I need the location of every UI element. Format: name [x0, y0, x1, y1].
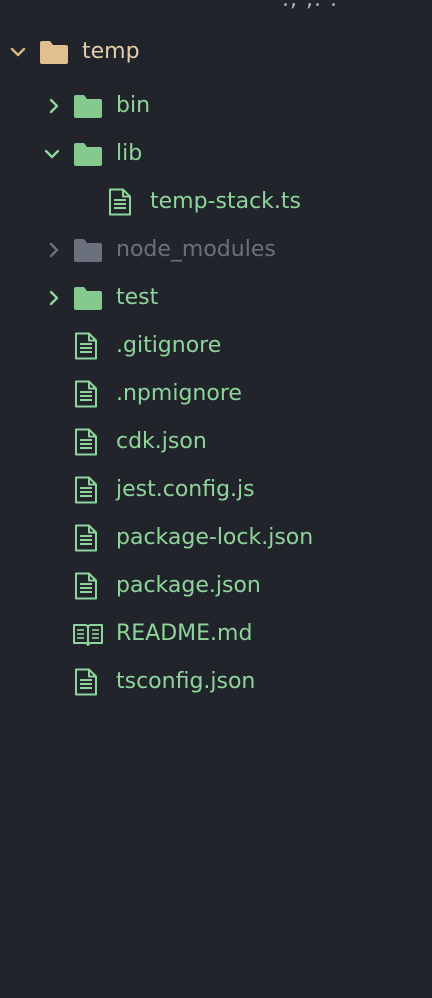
- folder-icon: [74, 239, 102, 262]
- tree-item-label: temp-stack.ts: [150, 189, 301, 214]
- file-icon: [75, 332, 97, 360]
- file-icon: [109, 188, 131, 216]
- book-icon: [73, 624, 103, 646]
- file-icon: [75, 380, 97, 408]
- chevron-right-icon[interactable]: [44, 240, 64, 260]
- tree-item-label: package-lock.json: [116, 525, 314, 550]
- tree-item-label: tsconfig.json: [116, 669, 256, 694]
- tree-item-label: jest.config.js: [116, 477, 255, 502]
- tree-item-bin[interactable]: bin: [0, 84, 432, 128]
- file-icon: [75, 476, 97, 504]
- tree-item-temp-stack-ts[interactable]: temp-stack.ts: [0, 180, 432, 224]
- tree-item-lib[interactable]: lib: [0, 132, 432, 176]
- tree-item-label: temp: [82, 39, 140, 64]
- tree-item-label: test: [116, 285, 159, 310]
- folder-icon: [74, 287, 102, 310]
- tree-item-test[interactable]: test: [0, 276, 432, 320]
- file-icon: [75, 524, 97, 552]
- chevron-down-icon[interactable]: [8, 42, 28, 62]
- tree-item-jest-config-js[interactable]: jest.config.js: [0, 468, 432, 512]
- file-icon: [75, 668, 97, 696]
- tree-item-package-lock-json[interactable]: package-lock.json: [0, 516, 432, 560]
- tree-item-label: cdk.json: [116, 429, 207, 454]
- tree-item-node-modules[interactable]: node_modules: [0, 228, 432, 272]
- tree-item-package-json[interactable]: package.json: [0, 564, 432, 608]
- tree-item-label: node_modules: [116, 237, 276, 262]
- tree-item-label: README.md: [116, 621, 253, 646]
- folder-icon: [40, 41, 68, 64]
- file-explorer-tree: ., ,. . temp bin lib: [0, 0, 432, 998]
- tree-item-label: bin: [116, 93, 151, 118]
- tree-item-cdk-json[interactable]: cdk.json: [0, 420, 432, 464]
- chevron-down-icon[interactable]: [42, 144, 62, 164]
- truncated-header-text: ., ,. .: [282, 0, 338, 12]
- tree-item-label: package.json: [116, 573, 261, 598]
- folder-icon: [74, 143, 102, 166]
- chevron-right-icon[interactable]: [44, 96, 64, 116]
- tree-item-tsconfig-json[interactable]: tsconfig.json: [0, 660, 432, 704]
- file-icon: [75, 428, 97, 456]
- tree-item-label: .npmignore: [116, 381, 242, 406]
- tree-item-label: lib: [116, 141, 143, 166]
- tree-item-readme-md[interactable]: README.md: [0, 612, 432, 656]
- tree-item-npmignore[interactable]: .npmignore: [0, 372, 432, 416]
- folder-icon: [74, 95, 102, 118]
- chevron-right-icon[interactable]: [44, 288, 64, 308]
- file-icon: [75, 572, 97, 600]
- tree-item-label: .gitignore: [116, 333, 222, 358]
- tree-item-gitignore[interactable]: .gitignore: [0, 324, 432, 368]
- tree-item-temp[interactable]: temp: [0, 30, 432, 74]
